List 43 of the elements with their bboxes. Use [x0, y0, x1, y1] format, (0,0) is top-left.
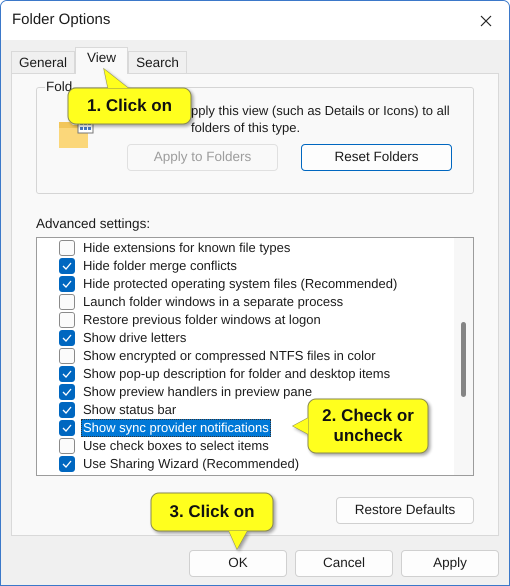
- setting-label[interactable]: Use check boxes to select items: [81, 437, 271, 455]
- tab[interactable]: View: [75, 47, 128, 74]
- tab[interactable]: General: [11, 51, 76, 73]
- checkbox[interactable]: [59, 348, 75, 364]
- checkbox[interactable]: [59, 456, 75, 472]
- setting-label[interactable]: Show pop-up description for folder and desktop items: [81, 365, 392, 383]
- checkbox[interactable]: [59, 402, 75, 418]
- section-label: Advanced settings:: [36, 216, 152, 232]
- close-icon: [480, 14, 492, 26]
- setting-label[interactable]: Hide folder merge conflicts: [81, 257, 239, 275]
- checkbox[interactable]: [59, 276, 75, 292]
- checkbox[interactable]: [59, 312, 75, 328]
- folder-icon: [58, 119, 94, 149]
- checkbox[interactable]: [59, 420, 75, 436]
- cancel-button[interactable]: Cancel: [295, 550, 393, 577]
- setting-label[interactable]: Hide extensions for known file types: [81, 239, 292, 257]
- setting-label[interactable]: Show drive letters: [81, 329, 188, 347]
- setting-label[interactable]: Show encrypted or compressed NTFS files in color: [81, 347, 378, 365]
- check-icon: [62, 334, 72, 342]
- checkbox[interactable]: [59, 384, 75, 400]
- apply-button[interactable]: Apply: [401, 550, 499, 577]
- scrollbar-thumb[interactable]: [461, 322, 466, 397]
- description-text: pply this view (such as Details or Icons) to all folders of this type.: [191, 102, 451, 136]
- checkbox[interactable]: [59, 258, 75, 274]
- window-title: Folder Options: [12, 10, 110, 30]
- setting-label[interactable]: Use Sharing Wizard (Recommended): [81, 455, 302, 473]
- setting-label[interactable]: Restore previous folder windows at logon: [81, 311, 323, 329]
- checkbox[interactable]: [59, 240, 75, 256]
- reset-folders-button[interactable]: Reset Folders: [301, 144, 452, 171]
- setting-label[interactable]: Show sync provider notifications: [81, 419, 271, 437]
- setting-label[interactable]: Launch folder windows in a separate process: [81, 293, 346, 311]
- checkbox[interactable]: [59, 294, 75, 310]
- setting-label[interactable]: Show status bar: [81, 401, 178, 419]
- scrollbar[interactable]: [454, 238, 473, 475]
- restore-defaults-button[interactable]: Restore Defaults: [336, 497, 474, 524]
- callout: 2. Check or uncheck: [291, 397, 431, 455]
- checkbox[interactable]: [59, 366, 75, 382]
- ok-button[interactable]: OK: [189, 550, 287, 577]
- checkbox[interactable]: [59, 330, 75, 346]
- setting-label[interactable]: Hide protected operating system files (Recommended): [81, 275, 400, 293]
- checkbox[interactable]: [59, 438, 75, 454]
- check-icon: [62, 460, 72, 468]
- tab[interactable]: Search: [128, 51, 187, 73]
